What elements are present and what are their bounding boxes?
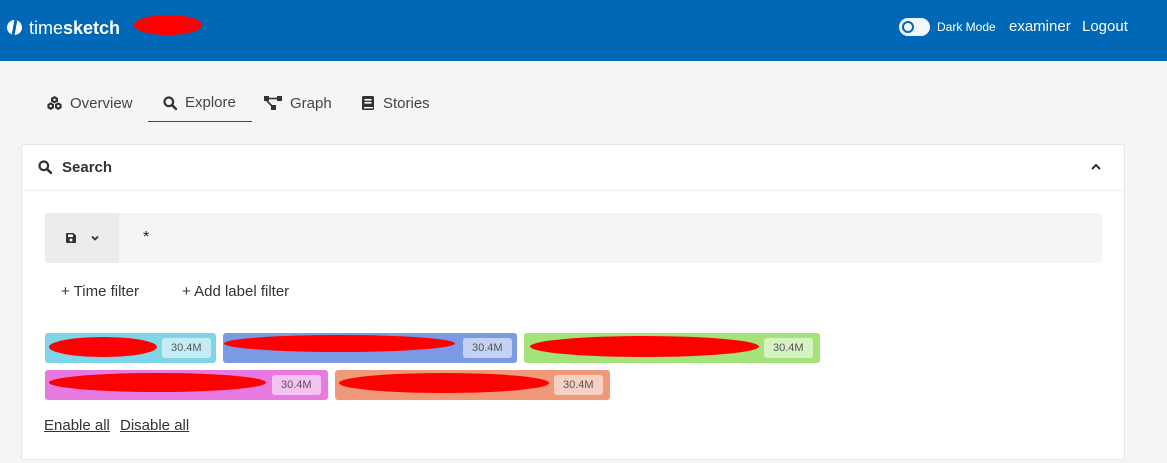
event-count-badge: 30.4M bbox=[554, 375, 603, 395]
tab-stories[interactable]: Stories bbox=[361, 84, 430, 122]
enable-all-link[interactable]: Enable all bbox=[44, 417, 110, 434]
tab-explore[interactable]: Explore bbox=[148, 84, 252, 122]
tab-graph[interactable]: Graph bbox=[264, 84, 332, 122]
event-count-badge: 30.4M bbox=[272, 375, 321, 395]
search-panel-title: Search bbox=[62, 159, 113, 176]
timeline-chip[interactable]: 30.4M bbox=[45, 333, 216, 363]
search-icon bbox=[163, 95, 177, 110]
brand-bold: sketch bbox=[63, 18, 121, 38]
tab-overview-label: Overview bbox=[70, 94, 133, 112]
book-icon bbox=[362, 96, 374, 110]
event-count-badge: 30.4M bbox=[162, 338, 211, 358]
timeline-chip[interactable]: 30.4M bbox=[223, 333, 517, 363]
search-query-box[interactable]: * bbox=[45, 213, 1102, 263]
time-filter-button[interactable]: + Time filter bbox=[61, 283, 139, 300]
logout-link[interactable]: Logout bbox=[1082, 18, 1128, 35]
redacted-timeline-name bbox=[49, 373, 266, 392]
tab-overview[interactable]: Overview bbox=[47, 84, 133, 122]
toggle-knob bbox=[902, 21, 914, 33]
timeline-chip[interactable]: 30.4M bbox=[335, 370, 610, 400]
event-count-badge: 30.4M bbox=[764, 338, 813, 358]
tab-stories-label: Stories bbox=[383, 94, 430, 112]
redacted-timeline-name bbox=[530, 336, 759, 357]
save-search-button[interactable] bbox=[45, 213, 119, 263]
dark-mode-label: Dark Mode bbox=[937, 20, 996, 34]
timesketch-logo-icon bbox=[7, 20, 22, 35]
search-panel-header[interactable]: Search bbox=[22, 145, 1124, 191]
search-panel: Search * + Time filter + Add label filte… bbox=[21, 144, 1125, 460]
tab-explore-label: Explore bbox=[185, 94, 236, 111]
chevron-down-icon bbox=[91, 235, 99, 241]
cubes-icon bbox=[47, 96, 62, 110]
brand-prefix: time bbox=[29, 18, 64, 38]
search-icon bbox=[38, 160, 52, 174]
tab-graph-label: Graph bbox=[290, 94, 332, 112]
timeline-chip[interactable]: 30.4M bbox=[524, 333, 820, 363]
event-count-badge: 30.4M bbox=[463, 338, 512, 358]
redacted-timeline-name bbox=[49, 337, 157, 357]
disable-all-link[interactable]: Disable all bbox=[120, 417, 189, 434]
save-icon bbox=[66, 233, 76, 243]
redacted-sketch-name bbox=[134, 15, 202, 35]
app-brand[interactable]: timesketch bbox=[29, 18, 120, 39]
search-input[interactable]: * bbox=[143, 229, 149, 247]
graph-icon bbox=[264, 96, 282, 110]
timeline-chip[interactable]: 30.4M bbox=[45, 370, 328, 400]
dark-mode-toggle[interactable] bbox=[899, 18, 930, 36]
chevron-up-icon[interactable] bbox=[1090, 161, 1102, 173]
top-bar: timesketch Dark Mode examiner Logout bbox=[0, 0, 1167, 61]
add-label-filter-button[interactable]: + Add label filter bbox=[182, 283, 289, 300]
redacted-timeline-name bbox=[339, 373, 549, 393]
username: examiner bbox=[1009, 18, 1071, 35]
redacted-timeline-name bbox=[224, 335, 455, 352]
